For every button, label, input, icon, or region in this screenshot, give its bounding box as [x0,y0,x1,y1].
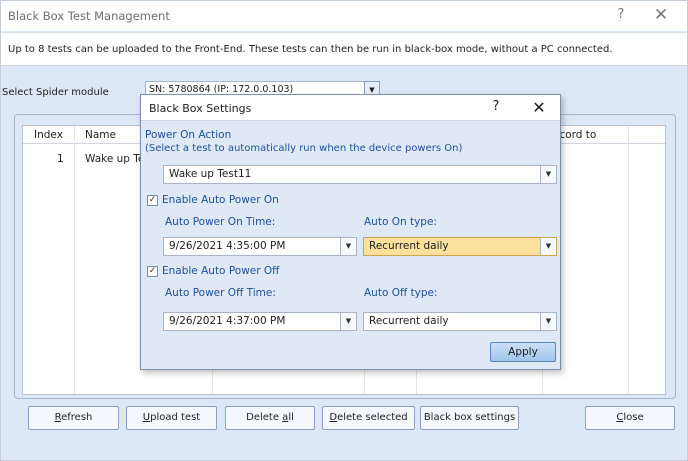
chevron-down-icon[interactable]: ▼ [340,238,356,255]
column-index [23,126,75,394]
help-icon[interactable]: ? [611,7,631,25]
header-index[interactable]: Index [34,129,63,141]
on-time-label: Auto Power On Time: [165,216,276,228]
off-time-value: 9/26/2021 4:37:00 PM [169,315,286,327]
dialog-title-bar: Black Box Settings ? ✕ [141,95,560,121]
refresh-label-b: efresh [61,412,93,423]
close-label-b: lose [623,412,644,423]
black-box-settings-button[interactable]: Black box settings [420,406,519,430]
close-icon[interactable]: ✕ [649,4,673,26]
upload-label-mnemonic: U [142,412,151,423]
chevron-down-icon[interactable]: ▼ [540,313,556,330]
black-box-settings-dialog: Black Box Settings ? ✕ Power On Action (… [140,94,561,370]
delete-selected-button[interactable]: Delete selected [322,406,415,430]
description-bar: Up to 8 tests can be uploaded to the Fro… [1,32,687,66]
delete-all-label-b: ll [288,412,294,423]
on-type-select[interactable]: Recurrent daily ▼ [363,237,557,256]
row-index-cell[interactable]: 1 [57,153,64,165]
description-text: Up to 8 tests can be uploaded to the Fro… [8,44,613,55]
chevron-down-icon[interactable]: ▼ [540,166,556,183]
on-time-value: 9/26/2021 4:35:00 PM [169,240,286,252]
close-button[interactable]: Close [585,406,675,430]
enable-auto-power-on-checkbox[interactable]: ✓ [147,195,158,206]
off-time-label: Auto Power Off Time: [165,287,276,299]
on-type-label: Auto On type: [364,216,437,228]
title-bar: Black Box Test Management ? ✕ [1,1,687,31]
delete-selected-label-mnemonic: D [329,412,338,423]
on-type-value: Recurrent daily [369,240,449,252]
power-on-action-label: Power On Action [145,129,232,141]
test-select[interactable]: Wake up Test11 ▼ [163,165,557,184]
chevron-down-icon[interactable]: ▼ [340,313,356,330]
power-on-action-hint: (Select a test to automatically run when… [145,143,463,154]
dialog-help-icon[interactable]: ? [487,99,505,117]
chevron-down-icon[interactable]: ▼ [540,238,556,255]
upload-label-b: pload test [150,412,201,423]
off-time-picker[interactable]: 9/26/2021 4:37:00 PM ▼ [163,312,357,331]
enable-auto-power-on-label[interactable]: Enable Auto Power On [162,194,279,206]
header-name[interactable]: Name [85,129,116,141]
row-name-cell[interactable]: Wake up Te [85,153,144,165]
enable-auto-power-off-label[interactable]: Enable Auto Power Off [162,265,279,277]
refresh-button[interactable]: Refresh [28,406,119,430]
enable-auto-power-off-checkbox[interactable]: ✓ [147,266,158,277]
delete-all-label-a: Delete [246,412,283,423]
off-type-select[interactable]: Recurrent daily ▼ [363,312,557,331]
spider-module-label: Select Spider module [2,87,109,98]
apply-button[interactable]: Apply [490,342,556,362]
upload-test-button[interactable]: Upload test [126,406,217,430]
dialog-title: Black Box Settings [149,102,252,115]
off-type-label: Auto Off type: [364,287,438,299]
delete-selected-label-b: elete selected [337,412,408,423]
off-type-value: Recurrent daily [369,315,449,327]
window-title: Black Box Test Management [8,9,170,23]
dialog-close-icon[interactable]: ✕ [527,97,551,119]
delete-all-button[interactable]: Delete all [225,406,315,430]
on-time-picker[interactable]: 9/26/2021 4:35:00 PM ▼ [163,237,357,256]
black-box-test-management-window: Black Box Test Management ? ✕ Up to 8 te… [0,0,688,461]
test-select-value: Wake up Test11 [169,168,252,180]
